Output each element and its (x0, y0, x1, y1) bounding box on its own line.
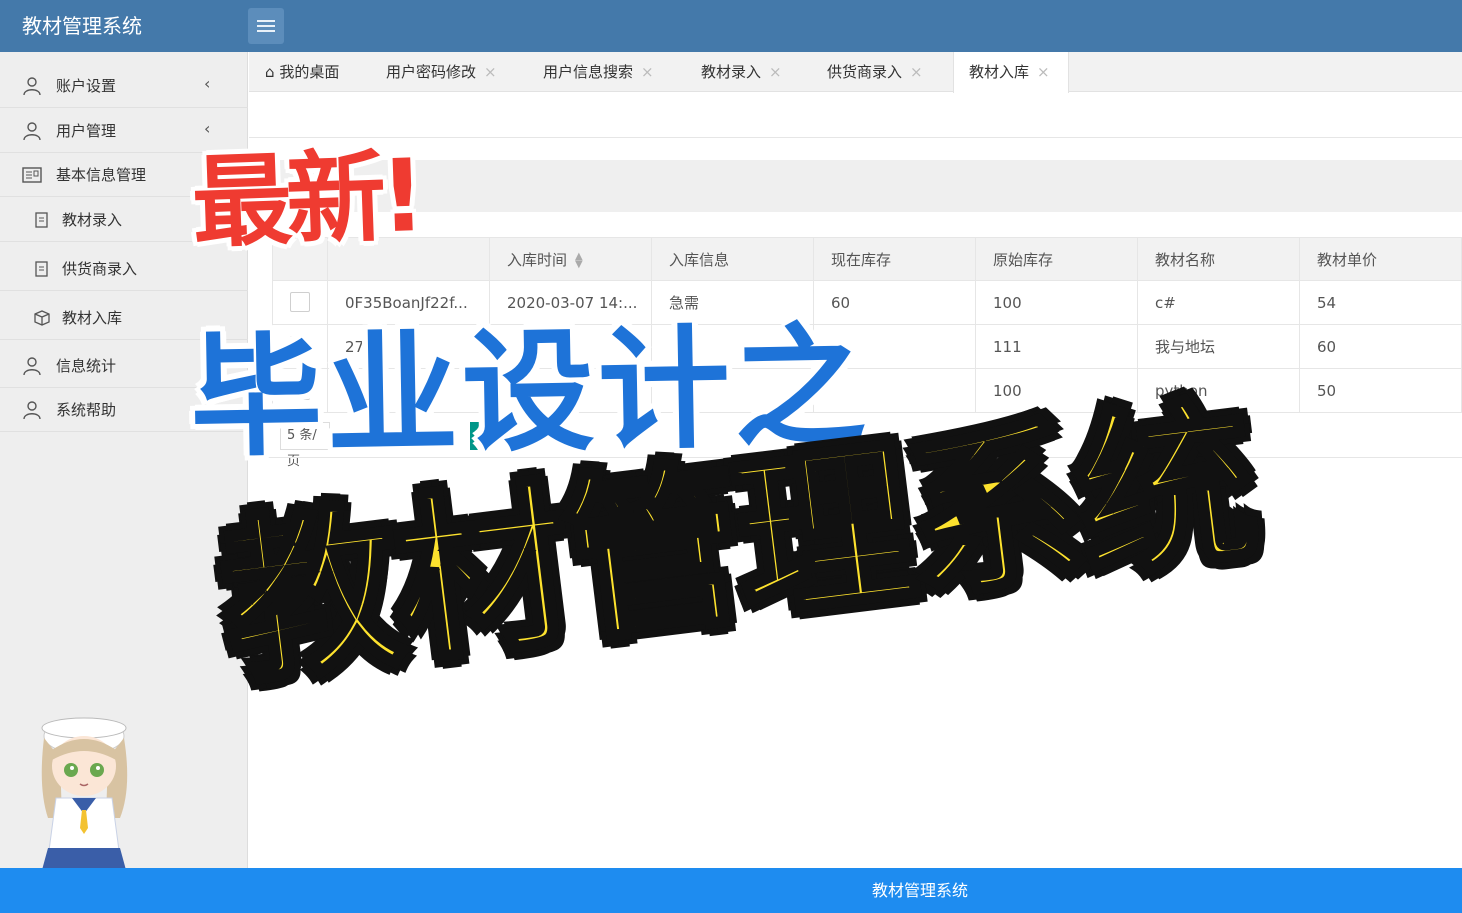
home-icon: ⌂ (265, 63, 275, 81)
cell-original-stock: 111 (993, 338, 1022, 356)
row-checkbox[interactable] (290, 336, 310, 356)
info-card-icon (22, 167, 42, 183)
column-divider (813, 237, 814, 413)
tab-user-search[interactable]: 用户信息搜索 × (543, 52, 654, 92)
chevron-left-icon: ‹ (204, 119, 211, 138)
menu-toggle-button[interactable] (248, 8, 284, 44)
tab-textbook-stock-in[interactable]: 教材入库 × (953, 52, 1069, 93)
user-icon (23, 122, 41, 141)
sidebar-item-statistics[interactable]: 信息统计 (0, 344, 248, 388)
cell-textbook-name: python (1155, 382, 1208, 400)
footer-text: 教材管理系统 (871, 881, 968, 900)
cell-id: 27 (345, 338, 365, 356)
sort-icon[interactable]: ▲ ▼ (575, 251, 583, 269)
column-divider (489, 237, 490, 413)
sidebar-item-label: 教材入库 (62, 309, 123, 327)
cell-original-stock: 100 (993, 382, 1022, 400)
column-label: 入库时间 (507, 251, 568, 269)
tab-textbook-entry[interactable]: 教材录入 × (701, 52, 782, 92)
cell-unit-price: 50 (1317, 382, 1337, 400)
page-size-select[interactable]: 5 条/页 (280, 422, 330, 469)
sidebar-item-label: 用户管理 (56, 122, 117, 140)
column-divider (1299, 237, 1300, 413)
table-header: 入库时间 ▲ ▼ 入库信息 现在库存 原始库存 教材名称 教材单价 (272, 237, 1462, 281)
table-row[interactable]: 0F35BoanJf22f... 2020-03-07 14:... 急需 60… (272, 281, 1462, 325)
document-icon (35, 261, 48, 277)
column-header-textbook-name: 教材名称 (1155, 251, 1216, 269)
close-icon[interactable]: × (1037, 63, 1050, 81)
current-page-button[interactable]: 1 (470, 422, 492, 450)
close-icon[interactable]: × (769, 63, 782, 81)
sidebar-item-textbook-entry[interactable]: 教材录入 (0, 198, 248, 242)
close-icon[interactable]: × (641, 63, 654, 81)
document-icon (35, 212, 48, 228)
cell-current-stock: 60 (831, 294, 851, 312)
column-divider (975, 237, 976, 413)
row-checkbox[interactable] (290, 380, 310, 400)
column-header-current-stock: 现在库存 (831, 251, 892, 269)
divider (249, 137, 1462, 138)
tab-label: 用户密码修改 (386, 63, 477, 81)
table-toolbar (249, 160, 1462, 212)
sidebar-item-help[interactable]: 系统帮助 (0, 388, 248, 432)
pagination: 5 条/页 1 (280, 422, 700, 469)
user-icon (23, 401, 41, 420)
tab-change-password[interactable]: 用户密码修改 × (386, 52, 497, 92)
hamburger-icon-line (257, 25, 275, 27)
sidebar-item-label: 教材录入 (62, 211, 123, 229)
column-divider (327, 237, 328, 413)
footer-bar: 教材管理系统 (0, 868, 1462, 913)
sidebar-item-label: 基本信息管理 (56, 166, 147, 184)
column-header-unit-price: 教材单价 (1317, 251, 1378, 269)
column-header-stock-info: 入库信息 (669, 251, 730, 269)
tab-label: 我的桌面 (279, 63, 340, 81)
sidebar-item-label: 账户设置 (56, 77, 117, 95)
sidebar-item-label: 系统帮助 (56, 401, 117, 419)
row-checkbox[interactable] (290, 292, 310, 312)
sidebar: 账户设置 ‹ 用户管理 ‹ 基本信息管理 教材录入 供货商录入 教材入库 信息统… (0, 52, 248, 913)
app-title: 教材管理系统 (22, 14, 142, 38)
table-row[interactable]: 27 111 我与地坛 60 (272, 325, 1462, 369)
sidebar-item-label: 信息统计 (56, 357, 117, 375)
cell-unit-price: 60 (1317, 338, 1337, 356)
column-divider (651, 237, 652, 413)
close-icon[interactable]: × (484, 63, 497, 81)
hamburger-icon-line (257, 30, 275, 32)
tab-label: 用户信息搜索 (543, 63, 634, 81)
tab-label: 教材入库 (969, 63, 1030, 81)
tab-my-desktop[interactable]: ⌂ 我的桌面 (265, 52, 339, 92)
divider (249, 457, 1462, 458)
cell-info: 急需 (669, 294, 700, 312)
sidebar-item-textbook-stock-in[interactable]: 教材入库 (0, 296, 248, 340)
cell-textbook-name: 我与地坛 (1155, 338, 1216, 356)
column-header-original-stock: 原始库存 (993, 251, 1054, 269)
tab-label: 教材录入 (701, 63, 762, 81)
cell-textbook-name: c# (1155, 294, 1176, 312)
cell-id: 0F35BoanJf22f... (345, 294, 468, 312)
tab-label: 供货商录入 (827, 63, 903, 81)
sidebar-item-basic-info[interactable]: 基本信息管理 (0, 153, 248, 197)
sidebar-item-user-management[interactable]: 用户管理 ‹ (0, 109, 248, 153)
cell-original-stock: 100 (993, 294, 1022, 312)
tab-supplier-entry[interactable]: 供货商录入 × (827, 52, 923, 92)
column-divider (1137, 237, 1138, 413)
hamburger-icon (257, 20, 275, 22)
close-icon[interactable]: × (910, 63, 923, 81)
box-icon (34, 310, 50, 326)
sidebar-item-supplier-entry[interactable]: 供货商录入 (0, 247, 248, 291)
cell-time: 2020-03-07 14:... (507, 294, 638, 312)
cell-unit-price: 54 (1317, 294, 1337, 312)
sidebar-item-label: 供货商录入 (62, 260, 138, 278)
sidebar-item-account-settings[interactable]: 账户设置 ‹ (0, 64, 248, 108)
user-icon (23, 77, 41, 96)
chevron-left-icon: ‹ (204, 74, 211, 93)
tab-bar: ⌂ 我的桌面 用户密码修改 × 用户信息搜索 × 教材录入 × 供货商录入 × 教材入库… (249, 52, 1462, 93)
column-header-stock-time[interactable]: 入库时间 ▲ ▼ (507, 238, 583, 282)
user-icon (23, 357, 41, 376)
top-header: 教材管理系统 (0, 0, 1462, 52)
table-row[interactable]: 100 python 50 (272, 369, 1462, 413)
